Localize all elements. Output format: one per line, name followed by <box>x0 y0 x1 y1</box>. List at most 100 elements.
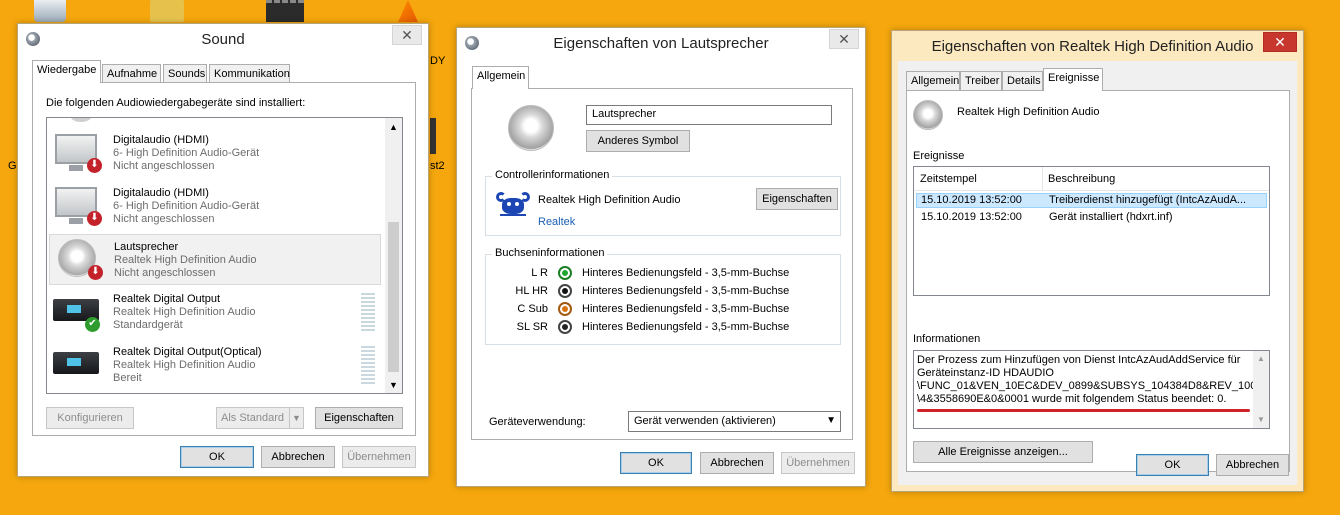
events-label: Ereignisse <box>913 150 965 162</box>
apply-button[interactable]: Übernehmen <box>781 452 855 474</box>
list-item[interactable]: ⬇ Digitalaudio (HDMI) 6- High Definition… <box>49 128 381 179</box>
ok-button[interactable]: OK <box>620 452 692 474</box>
level-meter <box>361 293 375 333</box>
monitor-icon: ⬇ <box>53 132 103 174</box>
group-label: Buchseninformationen <box>492 247 608 259</box>
controller-properties-button[interactable]: Eigenschaften <box>756 188 838 210</box>
playback-panel: Die folgenden Audiowiedergabegeräte sind… <box>32 82 416 436</box>
close-button[interactable]: ✕ <box>1263 32 1297 52</box>
device-desc: Realtek High Definition Audio <box>113 359 256 371</box>
table-row[interactable]: 15.10.2019 13:52:00 Gerät installiert (h… <box>916 210 1267 225</box>
desktop-label-fragment: DY <box>430 55 446 67</box>
tab-aufnahme[interactable]: Aufnahme <box>102 64 161 84</box>
sound-window: Sound ✕ Wiedergabe Aufnahme Sounds Kommu… <box>17 23 429 477</box>
ok-button[interactable]: OK <box>180 446 254 468</box>
realtek-titlebar[interactable]: Eigenschaften von Realtek High Definitio… <box>892 31 1303 61</box>
show-all-events-button[interactable]: Alle Ereignisse anzeigen... <box>913 441 1093 463</box>
tab-wiedergabe[interactable]: Wiedergabe <box>32 60 101 83</box>
column-divider <box>1042 167 1043 191</box>
scroll-thumb[interactable] <box>388 222 399 372</box>
disconnected-badge-icon: ⬇ <box>88 265 103 280</box>
realtek-properties-window: Eigenschaften von Realtek High Definitio… <box>891 30 1304 492</box>
controller-link[interactable]: Realtek <box>538 216 575 228</box>
film-icon[interactable] <box>266 0 304 22</box>
controller-group: Controllerinformationen Realtek High Def… <box>485 169 841 236</box>
window-title: Eigenschaften von Realtek High Definitio… <box>931 38 1254 55</box>
jack-label: SL SR <box>516 321 548 333</box>
cancel-button[interactable]: Abbrechen <box>261 446 335 468</box>
folder-icon[interactable] <box>150 0 184 22</box>
chevron-down-icon[interactable]: ▼ <box>826 415 836 426</box>
desktop-label-fragment: G <box>8 160 17 172</box>
info-scrollbar[interactable]: ▲ ▼ <box>1253 351 1269 428</box>
tab-ereignisse[interactable]: Ereignisse <box>1043 68 1103 91</box>
configure-button[interactable]: Konfigurieren <box>46 407 134 429</box>
device-name: Realtek High Definition Audio <box>957 106 1100 118</box>
events-panel: Realtek High Definition Audio Ereignisse… <box>906 90 1290 472</box>
apply-button[interactable]: Übernehmen <box>342 446 416 468</box>
cancel-button[interactable]: Abbrechen <box>700 452 774 474</box>
jack-desc: Hinteres Bedienungsfeld - 3,5-mm-Buchse <box>582 267 790 279</box>
recycle-bin-icon[interactable] <box>34 0 66 22</box>
tab-treiber[interactable]: Treiber <box>960 71 1002 91</box>
scroll-down-icon[interactable]: ▼ <box>389 380 398 390</box>
jack-desc: Hinteres Bedienungsfeld - 3,5-mm-Buchse <box>582 285 790 297</box>
device-list[interactable]: ⬇ Digitalaudio (HDMI) 6- High Definition… <box>46 117 403 394</box>
default-device-check-icon: ✔ <box>85 317 100 332</box>
sound-titlebar[interactable]: Sound ✕ <box>18 24 428 54</box>
jack-black-icon <box>558 284 572 298</box>
jack-label: C Sub <box>517 303 548 315</box>
tab-allgemein[interactable]: Allgemein <box>906 71 960 91</box>
cancel-button[interactable]: Abbrechen <box>1216 454 1289 476</box>
properties-button[interactable]: Eigenschaften <box>315 407 403 429</box>
desktop-label-fragment: st2 <box>430 160 445 172</box>
scroll-up-icon[interactable]: ▲ <box>389 122 398 132</box>
list-item[interactable]: ⬇ Digitalaudio (HDMI) 6- High Definition… <box>49 181 381 232</box>
list-item[interactable]: ⬇ Lautsprecher Realtek High Definition A… <box>49 234 381 285</box>
column-header-timestamp[interactable]: Zeitstempel <box>920 173 977 185</box>
list-top-partial-icon <box>71 118 91 122</box>
row-time: 15.10.2019 13:52:00 <box>921 211 1022 223</box>
dropdown-chevron-icon[interactable]: ▼ <box>289 408 303 428</box>
device-name: Digitalaudio (HDMI) <box>113 187 209 199</box>
scroll-down-icon[interactable]: ▼ <box>1257 415 1265 424</box>
disconnected-badge-icon: ⬇ <box>87 211 102 226</box>
device-status: Nicht angeschlossen <box>114 267 216 279</box>
list-item[interactable]: ✔ Realtek Digital Output Realtek High De… <box>49 287 381 338</box>
vlc-icon[interactable] <box>398 0 418 22</box>
level-meter <box>361 346 375 386</box>
jack-core <box>562 270 568 276</box>
info-textbox[interactable]: Der Prozess zum Hinzufügen von Dienst In… <box>913 350 1270 429</box>
desktop-shortcut-icon[interactable] <box>430 118 436 154</box>
set-default-button[interactable]: Als Standard ▼ <box>216 407 304 429</box>
list-item[interactable]: Realtek Digital Output(Optical) Realtek … <box>49 340 381 391</box>
device-name: Lautsprecher <box>114 241 179 253</box>
tab-allgemein[interactable]: Allgemein <box>472 66 529 89</box>
device-status: Nicht angeschlossen <box>113 213 215 225</box>
info-line: Der Prozess zum Hinzufügen von Dienst In… <box>917 354 1241 366</box>
list-scrollbar[interactable]: ▲ ▼ <box>385 118 402 393</box>
jack-label: L R <box>531 267 548 279</box>
device-desc: 6- High Definition Audio-Gerät <box>113 147 260 159</box>
device-status: Nicht angeschlossen <box>113 160 215 172</box>
tab-details[interactable]: Details <box>1002 71 1043 91</box>
red-underline-annotation <box>917 409 1250 412</box>
tab-sounds[interactable]: Sounds <box>163 64 207 84</box>
jack-green-icon <box>558 266 572 280</box>
digital-output-icon <box>53 344 103 386</box>
device-name-input[interactable]: Lautsprecher <box>586 105 832 125</box>
close-button[interactable]: ✕ <box>829 29 859 49</box>
scroll-up-icon[interactable]: ▲ <box>1257 354 1265 363</box>
column-header-description[interactable]: Beschreibung <box>1048 173 1115 185</box>
events-table[interactable]: Zeitstempel Beschreibung 15.10.2019 13:5… <box>913 166 1270 296</box>
info-line: Geräteinstanz-ID HDAUDIO <box>917 367 1054 379</box>
close-button[interactable]: ✕ <box>392 25 422 45</box>
speaker-titlebar[interactable]: Eigenschaften von Lautsprecher ✕ <box>457 28 865 58</box>
usage-select[interactable]: Gerät verwenden (aktivieren) ▼ <box>628 411 841 432</box>
tab-kommunikation[interactable]: Kommunikation <box>209 64 290 84</box>
table-row[interactable]: 15.10.2019 13:52:00 Treiberdienst hinzug… <box>916 193 1267 208</box>
usage-value: Gerät verwenden (aktivieren) <box>634 415 776 427</box>
speaker-properties-window: Eigenschaften von Lautsprecher ✕ Allgeme… <box>456 27 866 487</box>
change-icon-button[interactable]: Anderes Symbol <box>586 130 690 152</box>
ok-button[interactable]: OK <box>1136 454 1209 476</box>
